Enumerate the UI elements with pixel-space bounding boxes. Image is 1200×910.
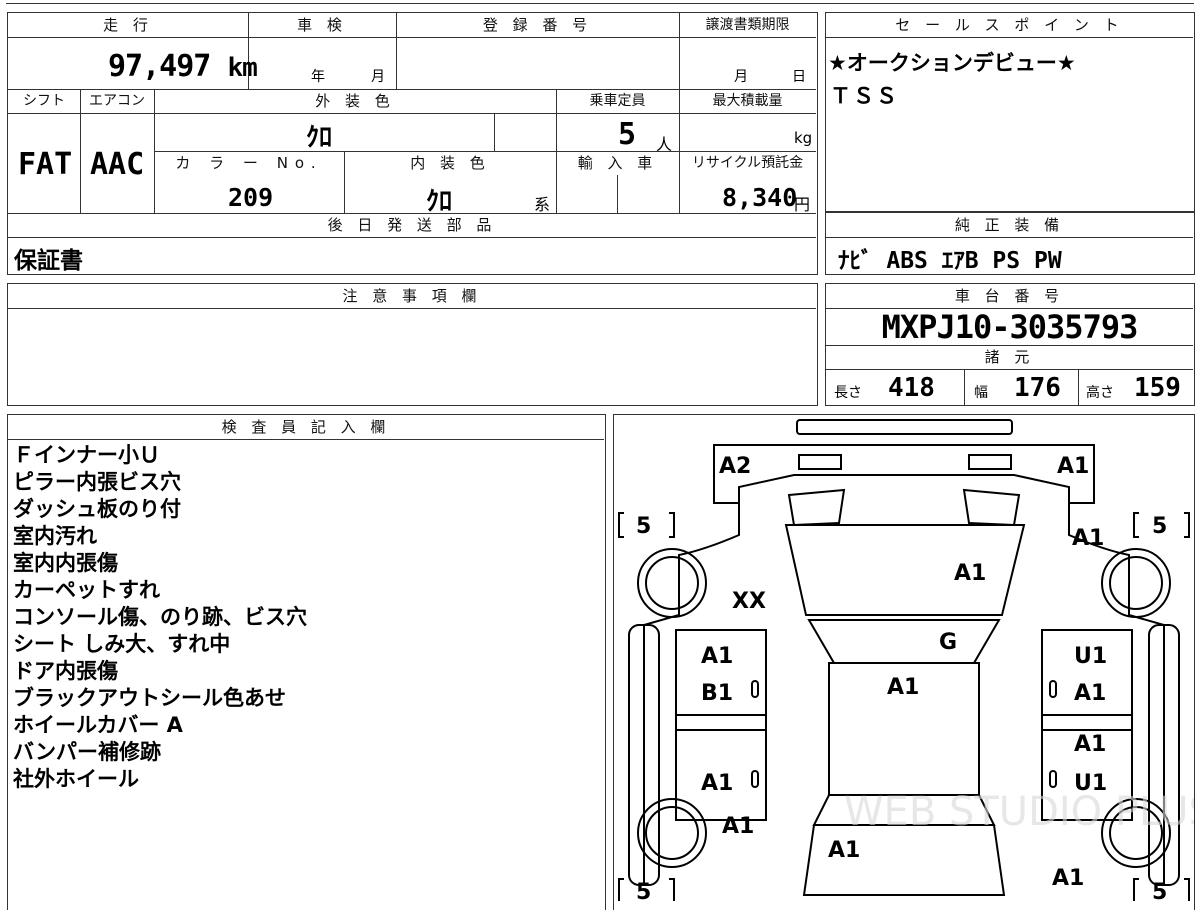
- mileage-header: 走 行: [103, 16, 153, 34]
- shift-header: シフト: [23, 93, 65, 109]
- damage-hood: A1: [954, 561, 986, 586]
- tire-rear-right: 5: [1152, 880, 1167, 901]
- chassis-header: 車 台 番 号: [954, 287, 1065, 305]
- remark-item: ホイールカバー A: [13, 713, 183, 737]
- genuine-equipment-box: 純 正 装 備 ﾅﾋﾞ ABS ｴｱB PS PW: [825, 212, 1195, 275]
- genuine-equipment-header: 純 正 装 備: [954, 216, 1065, 234]
- tire-front-left: 5: [636, 514, 651, 539]
- remark-item: ピラー内張ビス穴: [13, 470, 181, 494]
- damage-left-front-door-upper: A1: [701, 644, 733, 669]
- sales-point-line-2: ＴＳＳ: [830, 84, 899, 108]
- tire-rear-left: 5: [636, 880, 651, 901]
- damage-right-front-door-upper: U1: [1074, 644, 1107, 669]
- remark-item: ダッシュ板のり付: [13, 497, 181, 521]
- remark-item: カーペットすれ: [13, 578, 160, 602]
- damage-right-rear-door-lower: U1: [1074, 771, 1107, 796]
- exterior-color-header: 外 装 色: [315, 92, 395, 110]
- remark-item: Ｆインナー小Ｕ: [13, 443, 160, 467]
- sales-point-box: セ ー ル ス ポ イ ン ト ★オークションデビュー★ ＴＳＳ: [825, 12, 1195, 212]
- damage-left-front-door-lower: B1: [701, 681, 733, 706]
- height-label: 高さ: [1086, 385, 1114, 401]
- inspector-box: 検 査 員 記 入 欄 Ｆインナー小Ｕ ピラー内張ビス穴 ダッシュ板のり付 室内…: [7, 414, 606, 910]
- capacity-value: 5: [618, 117, 637, 152]
- length-value: 418: [888, 373, 935, 403]
- damage-right-front-door-lower: A1: [1074, 681, 1106, 706]
- damage-left-fender-area: XX: [732, 589, 766, 614]
- transfer-month-unit: 月: [734, 69, 748, 85]
- watermark-text: WEB STUDIO PLUS: [844, 789, 1194, 835]
- damage-front-bumper-right: A1: [1057, 454, 1089, 479]
- remark-item: ブラックアウトシール色あせ: [13, 686, 286, 710]
- summary-table: 走 行 車 検 登 録 番 号 譲渡書類期限 97,497 km 年 月 月 日…: [7, 12, 818, 275]
- damage-right-rear-door-upper: A1: [1074, 732, 1106, 757]
- top-cut-strip: [6, 0, 1194, 4]
- genuine-equipment-value: ﾅﾋﾞ ABS ｴｱB PS PW: [838, 248, 1062, 274]
- width-label: 幅: [974, 385, 988, 401]
- damage-trunk: A1: [828, 838, 860, 863]
- damage-map-box: WEB STUDIO PLUS 5 5 5 5 A2 A1 A1 A1 XX G…: [613, 414, 1195, 910]
- color-no-header: カ ラ ー No.: [175, 154, 323, 172]
- recycle-header: リサイクル預託金: [691, 155, 804, 171]
- interior-color-header: 内 装 色: [410, 154, 490, 172]
- interior-color-suffix: 系: [534, 195, 551, 214]
- sales-point-header: セ ー ル ス ポ イ ン ト: [895, 16, 1124, 34]
- later-parts-value: 保証書: [14, 248, 83, 274]
- damage-left-quarter: A1: [722, 814, 754, 839]
- remark-item: シート しみ大、すれ中: [13, 632, 231, 656]
- transfer-deadline-header: 譲渡書類期限: [705, 17, 790, 33]
- tire-front-right: 5: [1152, 514, 1167, 539]
- mileage-number: 97,497: [108, 49, 211, 84]
- damage-windshield: G: [939, 630, 957, 655]
- max-load-unit: kg: [794, 129, 813, 147]
- inspection-month-unit: 月: [371, 69, 385, 85]
- remark-item: コンソール傷、のり跡、ビス穴: [13, 605, 307, 629]
- recycle-unit: 円: [794, 195, 811, 214]
- width-value: 176: [1014, 373, 1061, 403]
- mileage-unit: km: [227, 53, 257, 83]
- color-no-value: 209: [228, 183, 274, 212]
- mileage-value: 97,497 km: [108, 49, 258, 84]
- later-parts-header: 後 日 発 送 部 品: [327, 216, 497, 234]
- car-diagram: WEB STUDIO PLUS 5 5 5 5 A2 A1 A1 A1 XX G…: [618, 419, 1194, 901]
- remark-item: 室内汚れ: [13, 524, 97, 548]
- remark-item: ドア内張傷: [13, 659, 118, 683]
- inspector-header: 検 査 員 記 入 欄: [221, 418, 391, 436]
- damage-left-rear-door-lower: A1: [701, 771, 733, 796]
- inspection-header: 車 検: [297, 16, 347, 34]
- notes-box: 注 意 事 項 欄: [7, 283, 818, 406]
- registration-header: 登 録 番 号: [482, 16, 593, 34]
- damage-front-bumper-left: A2: [719, 454, 751, 479]
- remark-item: バンパー補修跡: [13, 740, 162, 764]
- import-header: 輸 入 車: [577, 154, 658, 172]
- aircon-header: エアコン: [89, 93, 145, 109]
- inspector-remarks: Ｆインナー小Ｕ ピラー内張ビス穴 ダッシュ板のり付 室内汚れ 室内内張傷 カーペ…: [13, 442, 307, 793]
- chassis-value: MXPJ10-3035793: [881, 308, 1139, 346]
- exterior-color-value: ｸﾛ: [306, 123, 333, 153]
- transfer-day-unit: 日: [792, 69, 806, 85]
- aircon-value: AAC: [90, 147, 145, 182]
- height-value: 159: [1134, 373, 1181, 403]
- interior-color-value: ｸﾛ: [426, 187, 453, 217]
- remark-item: 社外ホイール: [13, 767, 139, 791]
- shift-value: FAT: [18, 147, 73, 182]
- max-load-header: 最大積載量: [712, 93, 783, 109]
- sales-point-line-1: ★オークションデビュー★: [828, 51, 1076, 75]
- capacity-header: 乗車定員: [589, 93, 646, 109]
- notes-header: 注 意 事 項 欄: [342, 287, 482, 305]
- chassis-box: 車 台 番 号 MXPJ10-3035793 諸 元 長さ 418 幅 176 …: [825, 283, 1195, 406]
- remark-item: 室内内張傷: [13, 551, 118, 575]
- damage-right-fender: A1: [1072, 526, 1104, 551]
- inspection-year-unit: 年: [311, 69, 325, 85]
- damage-right-quarter: A1: [1052, 866, 1084, 891]
- damage-roof: A1: [887, 675, 919, 700]
- recycle-value: 8,340: [722, 183, 798, 212]
- length-label: 長さ: [834, 385, 862, 401]
- dimensions-header: 諸 元: [984, 348, 1035, 366]
